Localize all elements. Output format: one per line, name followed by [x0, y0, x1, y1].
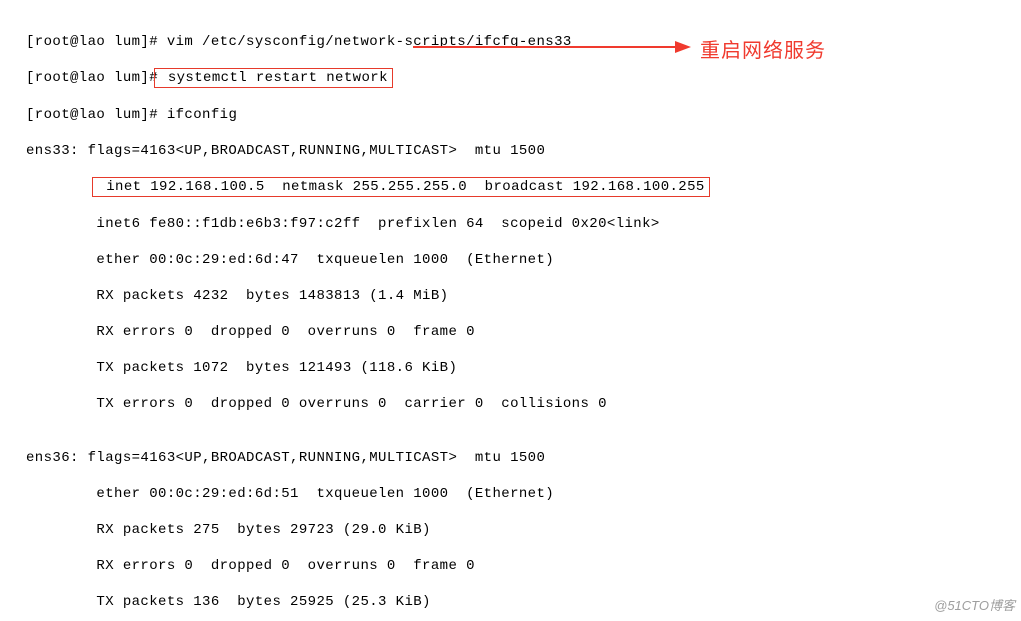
- highlight-inet-line: inet 192.168.100.5 netmask 255.255.255.0…: [92, 177, 709, 197]
- terminal-output: [root@lao lum]# vim /etc/sysconfig/netwo…: [26, 15, 710, 621]
- output-line: ens36: flags=4163<UP,BROADCAST,RUNNING,M…: [26, 449, 710, 467]
- output-line: RX errors 0 dropped 0 overruns 0 frame 0: [26, 323, 710, 341]
- output-line: ether 00:0c:29:ed:6d:47 txqueuelen 1000 …: [26, 251, 710, 269]
- output-line: RX packets 275 bytes 29723 (29.0 KiB): [26, 521, 710, 539]
- output-line: inet6 fe80::f1db:e6b3:f97:c2ff prefixlen…: [26, 215, 710, 233]
- prompt: [root@lao lum]#: [26, 34, 167, 50]
- prompt: [root@lao lum]#: [26, 70, 158, 86]
- highlight-command-restart: systemctl restart network: [154, 68, 393, 88]
- output-line: RX errors 0 dropped 0 overruns 0 frame 0: [26, 557, 710, 575]
- indent: [26, 179, 96, 195]
- command-vim: vim /etc/sysconfig/network-scripts/ifcfg…: [167, 34, 572, 50]
- output-line: TX errors 0 dropped 0 overruns 0 carrier…: [26, 395, 710, 413]
- output-line: TX packets 136 bytes 25925 (25.3 KiB): [26, 593, 710, 611]
- output-line: RX packets 4232 bytes 1483813 (1.4 MiB): [26, 287, 710, 305]
- watermark: @51CTO博客: [934, 597, 1015, 615]
- prompt: [root@lao lum]#: [26, 107, 167, 123]
- annotation-label: 重启网络服务: [700, 42, 826, 60]
- output-line: ens33: flags=4163<UP,BROADCAST,RUNNING,M…: [26, 142, 710, 160]
- output-line: TX packets 1072 bytes 121493 (118.6 KiB): [26, 359, 710, 377]
- output-line: ether 00:0c:29:ed:6d:51 txqueuelen 1000 …: [26, 485, 710, 503]
- terminal-screenshot: { "lines":{ "l0a":"[root@lao lum]# ", "l…: [0, 0, 1021, 621]
- command-ifconfig: ifconfig: [167, 107, 237, 123]
